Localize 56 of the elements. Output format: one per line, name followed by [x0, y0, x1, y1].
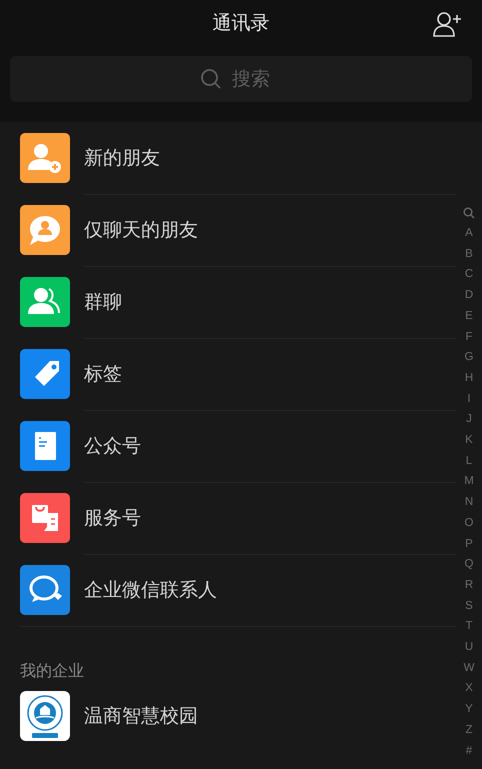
- item-label: 新的朋友: [84, 146, 160, 170]
- contact-menu-item[interactable]: 新的朋友: [0, 122, 456, 194]
- page-title: 通讯录: [212, 11, 270, 36]
- index-letter[interactable]: B: [465, 244, 473, 264]
- shop-icon: [20, 493, 70, 543]
- item-label: 仅聊天的朋友: [84, 218, 198, 242]
- index-letter[interactable]: J: [466, 409, 472, 430]
- contact-menu-item[interactable]: 公众号: [0, 410, 456, 482]
- contact-menu-item[interactable]: 群聊: [0, 266, 456, 338]
- search-field[interactable]: 搜索: [10, 56, 472, 102]
- index-letter[interactable]: T: [465, 616, 473, 638]
- contact-menu-item[interactable]: 服务号: [0, 482, 456, 554]
- index-letter[interactable]: I: [467, 388, 471, 410]
- item-label: 温商智慧校园: [84, 704, 198, 729]
- search-icon: [200, 68, 222, 90]
- index-letter[interactable]: H: [464, 368, 474, 389]
- index-letter[interactable]: X: [465, 678, 473, 700]
- index-letter[interactable]: Q: [464, 554, 474, 575]
- index-letter[interactable]: Y: [465, 699, 473, 720]
- add-contact-button[interactable]: [432, 10, 464, 38]
- index-letter[interactable]: L: [466, 450, 472, 472]
- contact-menu-item[interactable]: 标签: [0, 338, 456, 410]
- item-label: 服务号: [84, 506, 141, 530]
- document-icon: [20, 421, 70, 471]
- index-letter[interactable]: N: [464, 492, 474, 513]
- item-label: 标签: [84, 362, 122, 386]
- index-letter[interactable]: W: [464, 658, 474, 678]
- index-letter[interactable]: C: [464, 264, 474, 286]
- item-label: 公众号: [84, 434, 141, 458]
- index-letter[interactable]: U: [464, 637, 474, 658]
- search-input[interactable]: 搜索: [230, 67, 282, 91]
- index-letter[interactable]: D: [464, 285, 474, 306]
- add-person-icon: [20, 133, 70, 183]
- index-letter[interactable]: S: [465, 596, 473, 616]
- group-icon: [20, 277, 70, 327]
- item-label: 企业微信联系人: [84, 578, 217, 603]
- index-letter[interactable]: K: [465, 430, 473, 451]
- enterprise-item[interactable]: 温商智慧校园: [0, 688, 456, 744]
- school-logo-icon: [20, 691, 70, 741]
- index-letter[interactable]: G: [464, 347, 474, 368]
- section-title: 我的企业: [19, 660, 85, 682]
- index-letter[interactable]: A: [465, 223, 473, 244]
- chat-person-icon: [20, 205, 70, 255]
- chat-bubbles-icon: [20, 565, 70, 615]
- index-letter[interactable]: E: [465, 306, 473, 327]
- index-letter[interactable]: M: [464, 471, 474, 492]
- contact-menu-item[interactable]: 企业微信联系人: [0, 554, 456, 626]
- index-letter[interactable]: O: [464, 512, 474, 534]
- index-letter[interactable]: #: [466, 740, 472, 762]
- index-letter[interactable]: Z: [465, 720, 473, 741]
- index-letter[interactable]: P: [465, 534, 473, 554]
- contact-menu-item[interactable]: 仅聊天的朋友: [0, 194, 456, 266]
- index-letter[interactable]: R: [464, 574, 474, 596]
- item-label: 群聊: [84, 290, 122, 314]
- index-letter[interactable]: F: [465, 326, 473, 348]
- tag-icon: [20, 349, 70, 399]
